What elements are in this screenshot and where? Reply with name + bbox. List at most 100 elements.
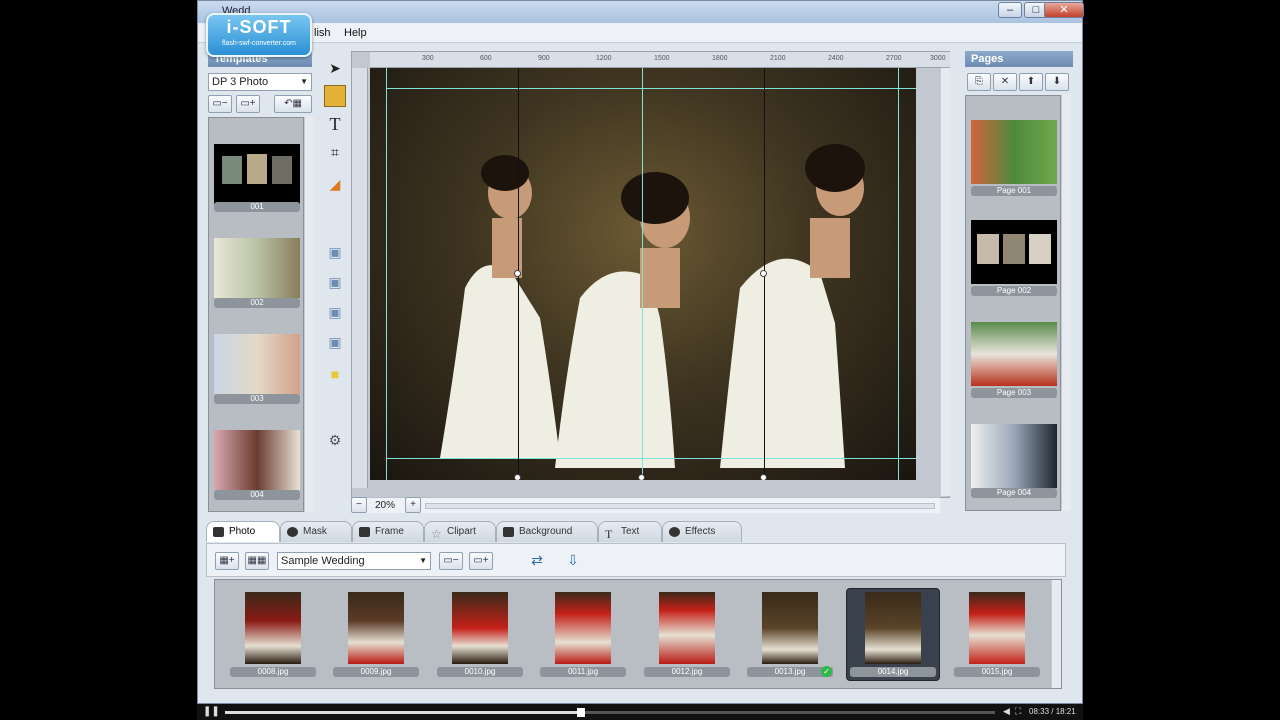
ruler-tool-icon[interactable]: ◢ — [324, 173, 346, 195]
template-thumb-003[interactable] — [214, 334, 300, 394]
tab-label: Mask — [303, 526, 327, 537]
photo-thumb[interactable] — [969, 592, 1025, 664]
zoom-in-button[interactable]: + — [405, 497, 421, 513]
tab-label: Background — [519, 526, 573, 537]
photo-filename: 0008.jpg — [230, 667, 316, 677]
text-tool-icon[interactable]: T — [324, 113, 346, 135]
seek-handle[interactable] — [577, 708, 585, 717]
star-icon: ☆ — [431, 527, 442, 541]
zoom-level: 20% — [375, 500, 396, 511]
canvas-scrollbar[interactable] — [940, 68, 950, 496]
frame-icon — [359, 527, 370, 537]
horizontal-ruler: 300 600 900 1200 1500 1800 2100 2400 270… — [370, 52, 950, 68]
select-tool-icon[interactable]: ➤ — [324, 57, 346, 79]
swap-icon[interactable]: ⇄ — [525, 552, 549, 570]
add-photo-tool-icon[interactable] — [324, 85, 346, 107]
photo-thumb-selected[interactable] — [865, 592, 921, 664]
volume-icon[interactable]: ◀ — [1003, 706, 1010, 717]
template-thumb-001[interactable] — [214, 144, 300, 204]
photo-filename: 0015.jpg — [954, 667, 1040, 677]
page-thumb-002[interactable] — [971, 220, 1057, 284]
template-apply-button[interactable]: ↶▦ — [274, 95, 312, 113]
fullscreen-icon[interactable]: ⛶ — [1015, 706, 1021, 717]
move-up-icon[interactable]: ⬆ — [1019, 73, 1043, 91]
photo-thumb[interactable] — [348, 592, 404, 664]
tab-mask[interactable]: Mask — [280, 521, 352, 542]
menu-help[interactable]: Help — [344, 27, 367, 39]
add-page-icon[interactable]: ⎘ — [967, 73, 991, 91]
page-label: Page 003 — [971, 388, 1057, 398]
tab-photo[interactable]: Photo — [206, 521, 280, 542]
template-remove-button[interactable]: ▭− — [208, 95, 232, 113]
settings-tool-icon[interactable]: ⚙ — [324, 429, 346, 451]
playback-time: 08:33 / 18:21 — [1029, 707, 1076, 716]
page-thumb-001[interactable] — [971, 120, 1057, 184]
page-photo[interactable] — [370, 68, 916, 480]
template-thumb-002[interactable] — [214, 238, 300, 298]
logo-brand: i-SOFT — [226, 17, 292, 37]
seek-bar[interactable] — [225, 708, 995, 717]
layer-back-icon[interactable]: ▣ — [324, 331, 346, 353]
tab-frame[interactable]: Frame — [352, 521, 424, 542]
resize-handle[interactable] — [638, 474, 645, 480]
tab-text[interactable]: T Text — [598, 521, 662, 542]
pause-icon[interactable]: ❚❚ — [203, 706, 220, 717]
template-add-button[interactable]: ▭+ — [236, 95, 260, 113]
photo-thumb[interactable] — [659, 592, 715, 664]
pages-scrollbar[interactable] — [1061, 95, 1071, 511]
photo-thumb[interactable] — [762, 592, 818, 664]
template-scrollbar[interactable] — [304, 117, 314, 512]
minimize-button[interactable]: – — [998, 2, 1022, 18]
note-tool-icon[interactable]: ■ — [324, 363, 346, 385]
zoom-bar: − 20% + — [351, 497, 940, 513]
photo-filename: 0014.jpg — [850, 667, 936, 677]
guide-line — [386, 458, 916, 459]
ruler-mark: 2700 — [886, 55, 902, 62]
tab-background[interactable]: Background — [496, 521, 598, 542]
tab-effects[interactable]: Effects — [662, 521, 742, 542]
photo-filename: 0011.jpg — [540, 667, 626, 677]
template-label: 002 — [214, 298, 300, 308]
photo-thumb[interactable] — [245, 592, 301, 664]
add-all-photos-button[interactable]: ▦▦ — [245, 552, 269, 570]
layer-backward-icon[interactable]: ▣ — [324, 301, 346, 323]
move-down-icon[interactable]: ⬇ — [1045, 73, 1069, 91]
photo-icon — [213, 527, 224, 537]
crop-tool-icon[interactable]: ⌗ — [324, 141, 346, 163]
menu-bar: lish Help — [198, 23, 1082, 43]
photo-thumb[interactable] — [452, 592, 508, 664]
page-thumb-003[interactable] — [971, 322, 1057, 386]
resize-handle[interactable] — [514, 270, 521, 277]
import-icon[interactable]: ⇩ — [561, 552, 585, 570]
guide-line — [386, 88, 916, 89]
photo-thumb[interactable] — [555, 592, 611, 664]
delete-page-icon[interactable]: ✕ — [993, 73, 1017, 91]
resize-handle[interactable] — [760, 270, 767, 277]
video-player-bar: ❚❚ ◀ ⛶ 08:33 / 18:21 — [197, 704, 1083, 720]
horizontal-scrollbar[interactable] — [425, 503, 935, 509]
remove-folder-button[interactable]: ▭− — [439, 552, 463, 570]
add-folder-button[interactable]: ▭+ — [469, 552, 493, 570]
add-photo-button[interactable]: ▦+ — [215, 552, 239, 570]
template-select[interactable]: DP 3 Photo ▼ — [208, 73, 312, 91]
resize-handle[interactable] — [760, 474, 767, 480]
menu-publish[interactable]: lish — [314, 27, 331, 39]
resize-handle[interactable] — [514, 474, 521, 480]
layer-forward-icon[interactable]: ▣ — [324, 271, 346, 293]
mask-icon — [287, 527, 298, 537]
close-button[interactable]: ✕ — [1044, 2, 1084, 18]
template-label: 004 — [214, 490, 300, 500]
template-thumb-004[interactable] — [214, 430, 300, 490]
chevron-down-icon: ▼ — [300, 77, 308, 86]
album-select[interactable]: Sample Wedding ▼ — [277, 552, 431, 570]
seek-progress — [225, 711, 580, 714]
check-icon: ✓ — [821, 666, 832, 677]
tab-label: Frame — [375, 526, 404, 537]
strip-scrollbar[interactable] — [1051, 580, 1061, 688]
album-select-value: Sample Wedding — [281, 555, 365, 567]
page-thumb-004[interactable] — [971, 424, 1057, 488]
zoom-out-button[interactable]: − — [351, 497, 367, 513]
tab-clipart[interactable]: ☆ Clipart — [424, 521, 496, 542]
layer-front-icon[interactable]: ▣ — [324, 241, 346, 263]
canvas-area: 300 600 900 1200 1500 1800 2100 2400 270… — [351, 51, 950, 498]
